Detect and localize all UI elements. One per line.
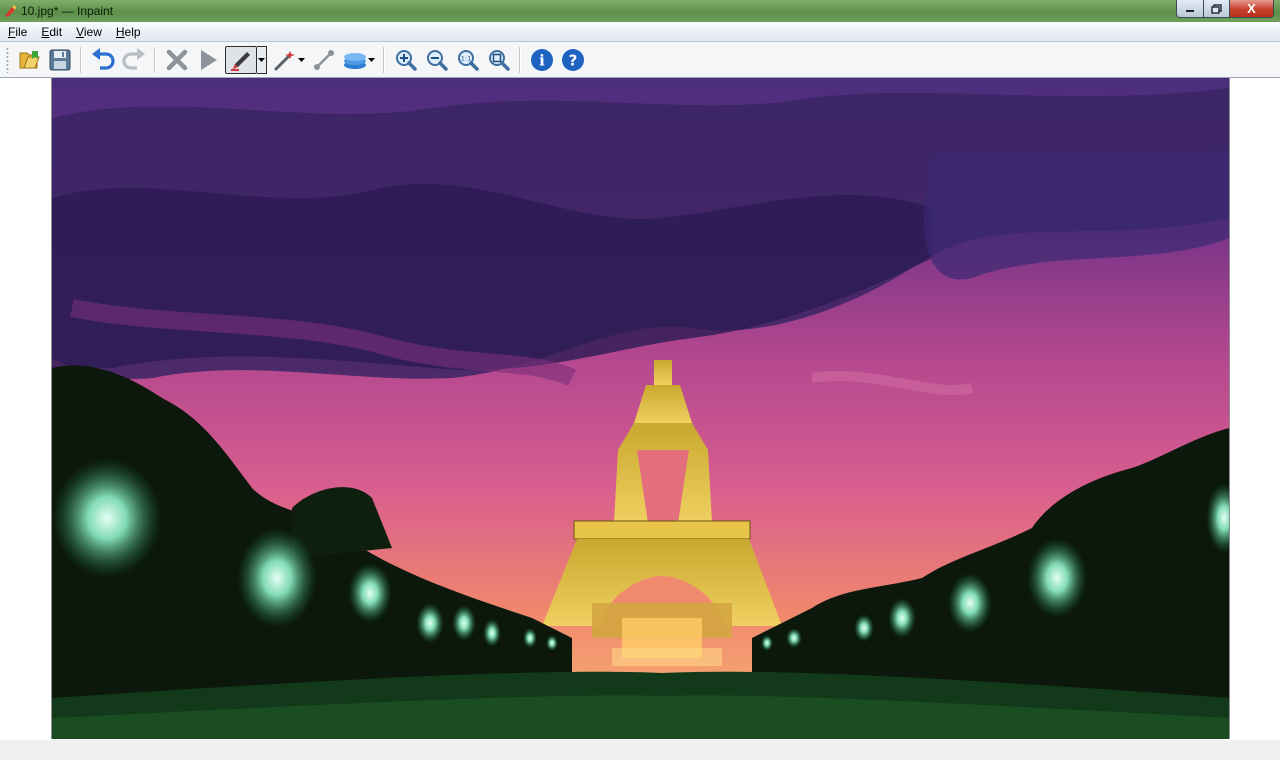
zoom-out-button[interactable] xyxy=(423,46,450,73)
toolbar-separator xyxy=(154,46,156,73)
layers-button[interactable] xyxy=(341,46,368,73)
zoom-in-icon xyxy=(395,49,417,71)
photo-drawing xyxy=(52,78,1229,739)
save-button[interactable] xyxy=(46,46,73,73)
toolbar-separator xyxy=(80,46,82,73)
status-bar xyxy=(0,740,1280,760)
run-button[interactable] xyxy=(194,46,221,73)
marker-pen-icon xyxy=(231,51,250,71)
chevron-down-icon xyxy=(368,57,375,62)
photo-eiffel-tower[interactable] xyxy=(51,78,1230,739)
marker-tool-button[interactable] xyxy=(225,45,257,74)
guide-line-icon xyxy=(313,49,334,70)
undo-icon xyxy=(91,47,115,70)
layers-dropdown[interactable] xyxy=(367,46,376,73)
info-button[interactable]: i xyxy=(528,46,555,73)
save-icon xyxy=(49,49,70,70)
zoom-fit-icon xyxy=(488,49,510,71)
zoom-fit-button[interactable] xyxy=(485,46,512,73)
menu-file[interactable]: File xyxy=(0,25,34,39)
close-icon: X xyxy=(1247,1,1256,16)
restore-button[interactable] xyxy=(1204,0,1230,18)
magic-wand-icon xyxy=(274,50,295,70)
help-button[interactable]: ? xyxy=(559,46,586,73)
help-glyph: ? xyxy=(568,51,577,69)
actual-size-button[interactable]: 1:1 xyxy=(454,46,481,73)
guide-line-button[interactable] xyxy=(310,46,337,73)
title-bar: 10.jpg* — Inpaint X xyxy=(0,0,1280,23)
chevron-down-icon xyxy=(298,57,305,62)
app-icon xyxy=(5,5,16,17)
info-icon: i xyxy=(530,48,553,71)
magic-wand-dropdown[interactable] xyxy=(297,46,306,73)
window-title: 10.jpg* — Inpaint xyxy=(21,4,114,18)
menu-help[interactable]: Help xyxy=(109,25,148,39)
toolbar-separator xyxy=(383,46,385,73)
menu-edit[interactable]: Edit xyxy=(34,25,69,39)
toolbar-grip[interactable] xyxy=(6,46,9,73)
actual-size-icon: 1:1 xyxy=(457,49,479,71)
zoom-1to1-label: 1:1 xyxy=(460,54,470,62)
layers-icon xyxy=(343,52,366,69)
toolbar-separator xyxy=(519,46,521,73)
minimize-icon xyxy=(1186,9,1194,12)
redo-icon xyxy=(121,47,145,70)
close-button[interactable]: X xyxy=(1230,0,1274,18)
image-canvas[interactable] xyxy=(0,77,1280,741)
menu-view[interactable]: View xyxy=(69,25,109,39)
zoom-out-icon xyxy=(426,49,448,71)
menu-bar: File Edit View Help xyxy=(0,22,1280,42)
restore-icon xyxy=(1211,3,1222,14)
toolbar: 1:1 i ? xyxy=(0,42,1280,77)
zoom-in-button[interactable] xyxy=(392,46,419,73)
minimize-button[interactable] xyxy=(1176,0,1204,18)
erase-button[interactable] xyxy=(163,46,190,73)
run-icon xyxy=(200,49,217,70)
magic-wand-button[interactable] xyxy=(271,46,298,73)
redo-button[interactable] xyxy=(120,46,147,73)
erase-icon xyxy=(166,49,187,70)
help-icon: ? xyxy=(561,48,584,71)
info-glyph: i xyxy=(539,51,545,69)
open-icon xyxy=(19,50,40,68)
undo-button[interactable] xyxy=(89,46,116,73)
open-button[interactable] xyxy=(15,46,42,73)
marker-tool-dropdown[interactable] xyxy=(257,45,267,74)
chevron-down-icon xyxy=(258,57,265,62)
